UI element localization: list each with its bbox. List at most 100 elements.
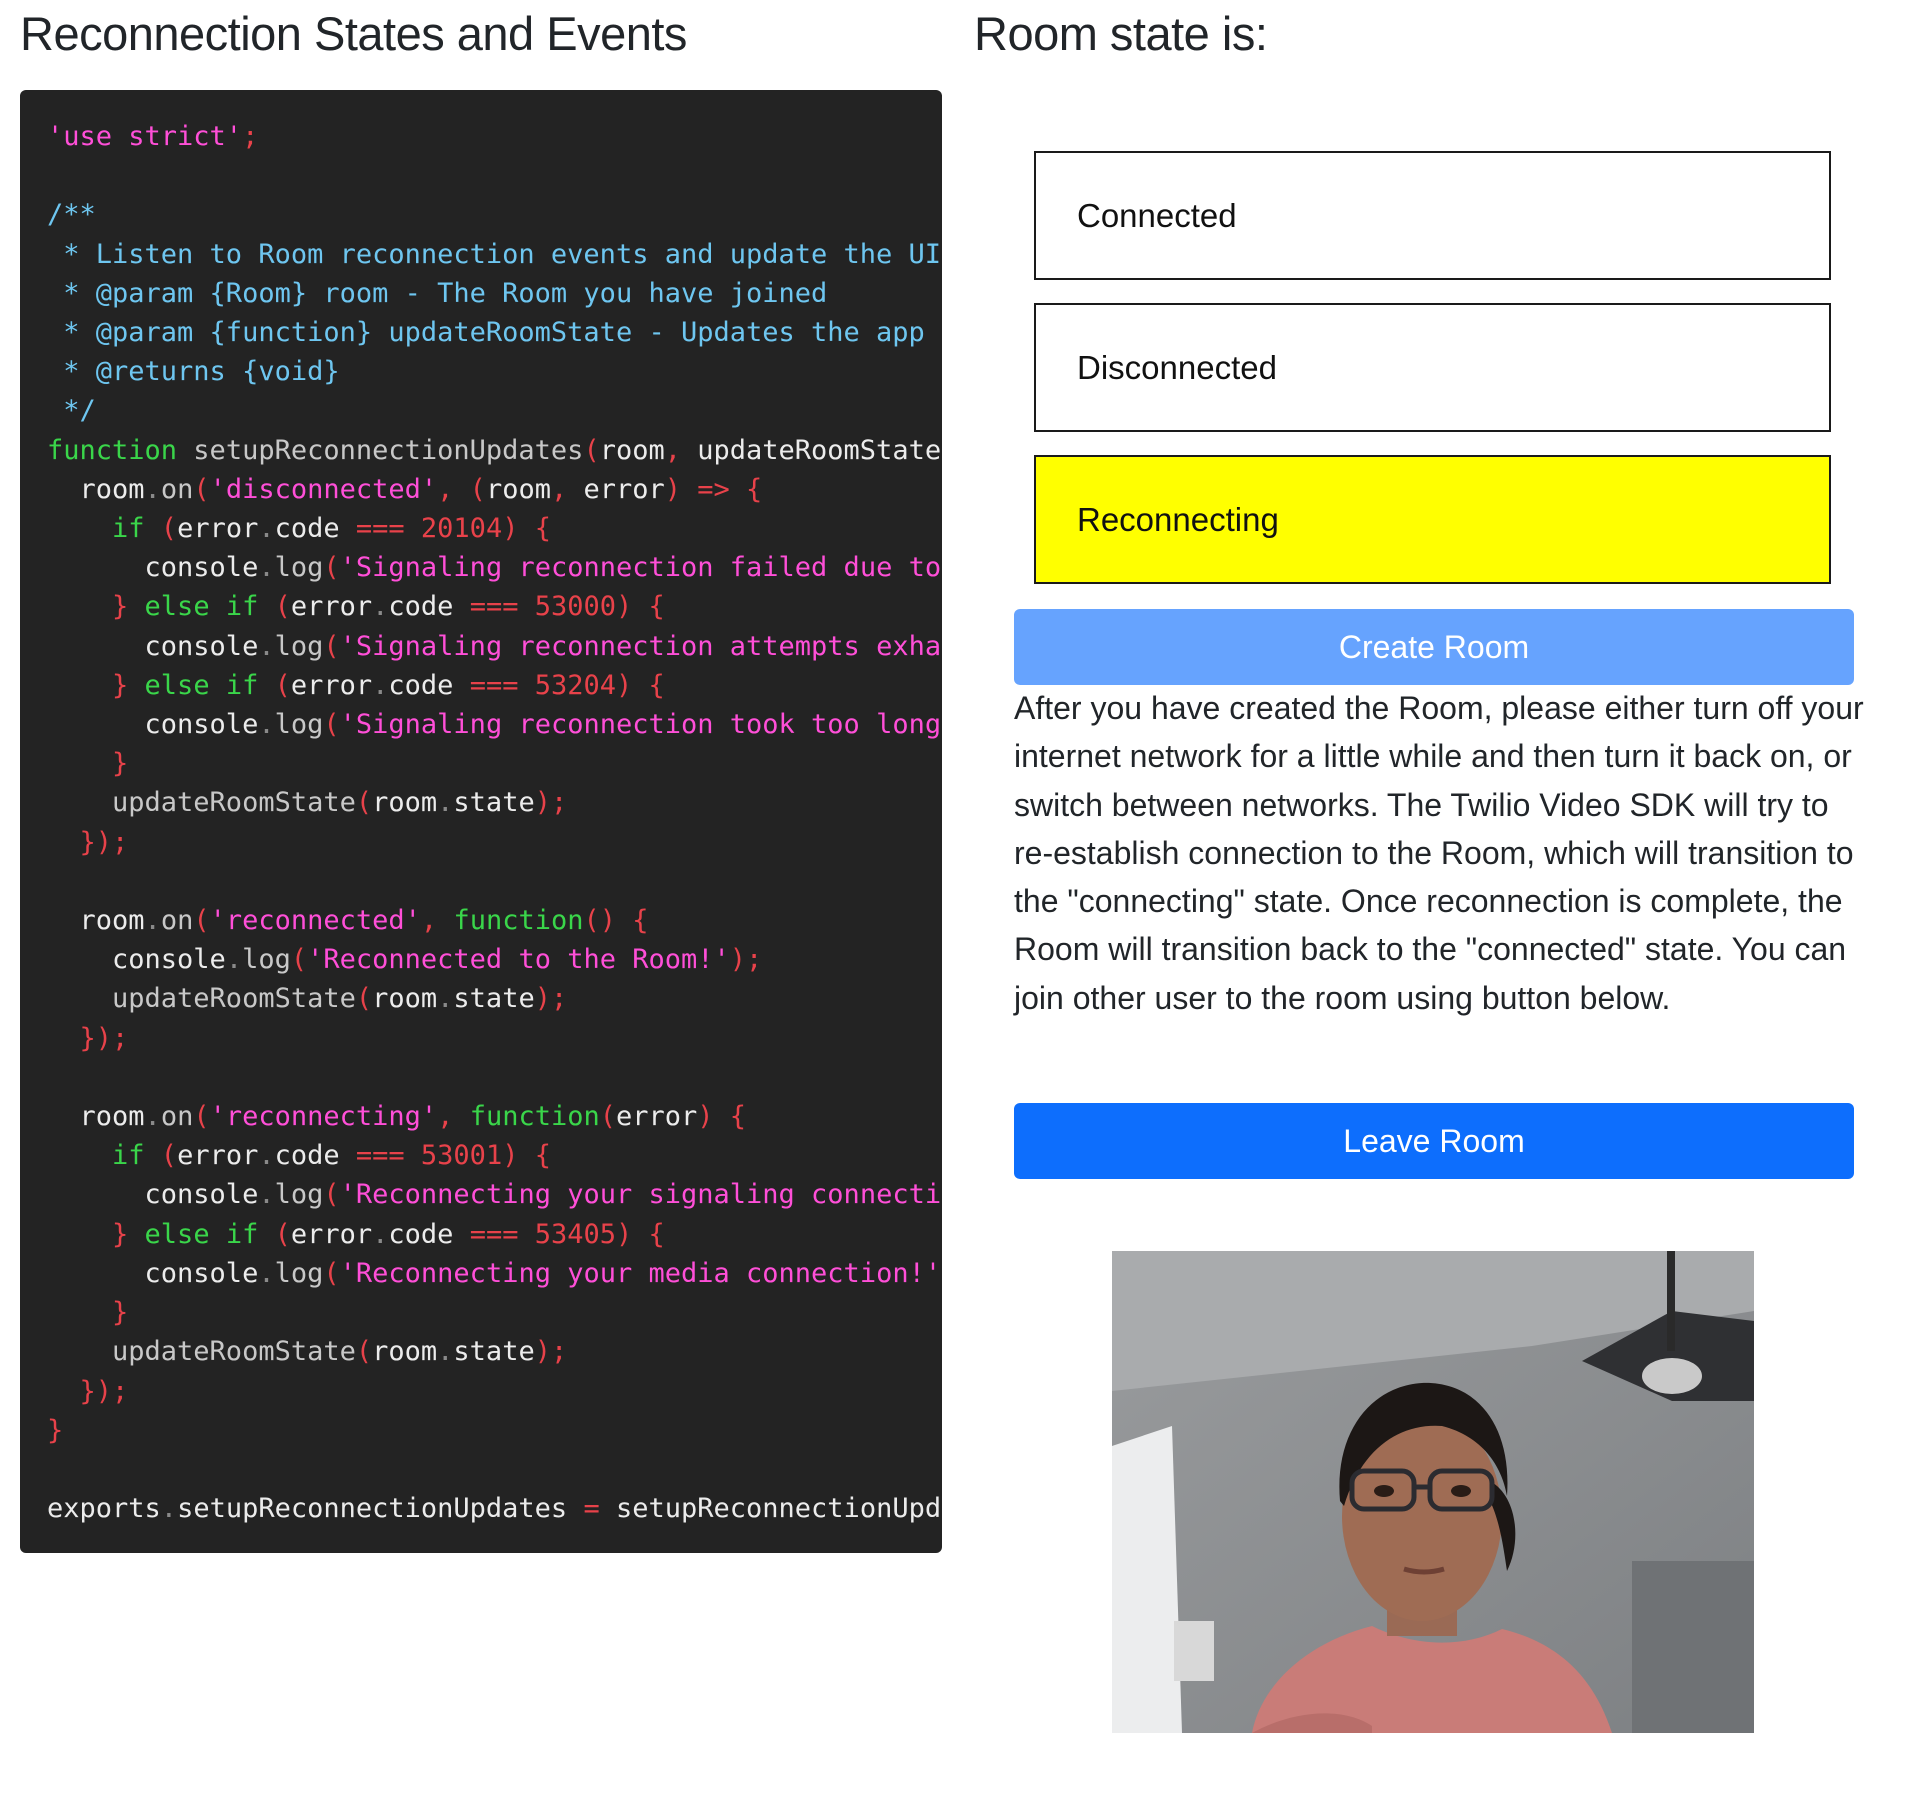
code-token: . [258,513,275,545]
code-token: === 20104) { [339,513,551,545]
code-token: === 53001) { [339,1140,551,1172]
code-token: log [274,709,324,741]
code-line: console.log('Signaling reconnection took… [47,709,942,740]
code-line: } [47,1297,128,1328]
code-line: console.log('Reconnected to the Room!'); [47,944,762,975]
code-token: ( [290,944,308,976]
code-token: code [388,1218,454,1250]
code-token: ( [193,473,210,505]
code-token: 'disconnected' [209,473,438,505]
code-token: } [47,1297,129,1329]
code-token: error [290,591,373,623]
code-token: ( [258,1218,291,1250]
code-line: console.log('Reconnecting your media con… [47,1258,942,1289]
code-token: . [372,591,389,623]
code-token: * @param {Room} room - The Room you have… [47,277,828,309]
code-line: * @returns {void} [47,356,339,387]
code-token: error [290,669,373,701]
code-token: ( [355,983,373,1015]
code-token: log [274,552,324,584]
code-token: setupReconnectionUpdat [615,1493,942,1525]
state-box-connected: Connected [1034,151,1831,280]
code-token: ( [144,1140,178,1172]
code-line: * @param {function} updateRoomState - Up… [47,317,942,348]
code-token: log [274,1179,324,1211]
code-token: log [274,1257,324,1289]
code-line: } [47,748,128,779]
code-token: log [274,630,324,662]
page-title: Reconnection States and Events [20,7,687,60]
code-token: state [453,787,535,819]
code-token: code [274,1140,340,1172]
code-token: , ( [437,473,486,505]
code-token: function [47,434,178,466]
code-token: ( [323,709,340,741]
code-content: 'use strict'; /** * Listen to Room recon… [20,90,942,1528]
code-token: 'use strict' [47,121,243,152]
code-token: 'Signaling reconnection failed due to e [339,552,942,584]
code-line: updateRoomState(room.state); [47,1336,567,1367]
code-token: . [258,709,275,741]
code-token: error [290,1218,373,1250]
leave-room-button[interactable]: Leave Room [1014,1103,1854,1179]
code-token: ( [355,1336,373,1368]
state-box-disconnected: Disconnected [1034,303,1831,432]
code-token: }); [47,826,129,858]
code-line: */ [47,395,96,426]
code-token: ) { [697,1101,747,1133]
create-room-button[interactable]: Create Room [1014,609,1854,685]
code-token: 'reconnected' [209,905,421,937]
code-token: error [583,473,665,505]
code-token: else if [144,669,259,701]
code-token: room [372,1336,438,1368]
code-token: . [144,1101,161,1133]
code-line: exports.setupReconnectionUpdates = setup… [47,1493,942,1524]
code-token: . [258,1140,275,1172]
code-token: , [437,1101,470,1133]
code-token: room [47,1101,145,1133]
code-line: } else if (error.code === 53000) { [47,591,665,622]
code-token: . [160,1493,178,1525]
code-token: 'Reconnected to the Room!' [307,944,730,976]
code-token: = [567,1493,616,1525]
code-line: room.on('disconnected', (room, error) =>… [47,473,763,505]
code-token: === 53405) { [453,1218,665,1250]
code-token: . [258,1257,275,1289]
code-line: if (error.code === 53001) { [47,1140,551,1171]
code-token: ( [258,591,291,623]
code-token: . [437,787,454,819]
code-token: } [47,1414,64,1446]
code-line: room.on('reconnected', function() { [47,905,649,936]
code-token: 'reconnecting' [209,1101,438,1133]
code-token: , [664,434,698,466]
code-token: ( [258,669,291,701]
code-token: ) [941,435,942,466]
code-token: . [372,1218,389,1250]
code-token: console [47,709,259,741]
code-block[interactable]: 'use strict'; /** * Listen to Room recon… [20,90,942,1553]
code-token: * @param {function} updateRoomState - Up… [47,317,942,349]
code-token: ( [193,905,210,937]
code-token: 'Reconnecting your signaling connection [339,1179,942,1211]
state-label: Disconnected [1077,348,1277,386]
code-token: } [47,748,129,780]
code-line: } else if (error.code === 53204) { [47,670,665,701]
code-token: state [453,983,535,1015]
code-token: else if [144,1218,259,1250]
code-token: room [372,983,438,1015]
code-token: error [616,1101,698,1133]
code-token: } [47,1218,145,1250]
code-token: }); [47,1022,129,1054]
code-line: /** [47,199,96,230]
code-token: error [177,1140,259,1172]
code-line: console.log('Signaling reconnection fail… [47,552,942,583]
code-line: updateRoomState(room.state); [47,983,567,1014]
code-line: * Listen to Room reconnection events and… [47,239,942,270]
code-token: code [388,591,454,623]
code-token: console [47,944,226,976]
code-token: . [258,1179,275,1211]
code-line: console.log('Signaling reconnection atte… [47,631,942,662]
code-token: if [47,513,145,545]
code-token: () { [583,905,649,937]
code-token: updateRoomState [47,787,356,819]
